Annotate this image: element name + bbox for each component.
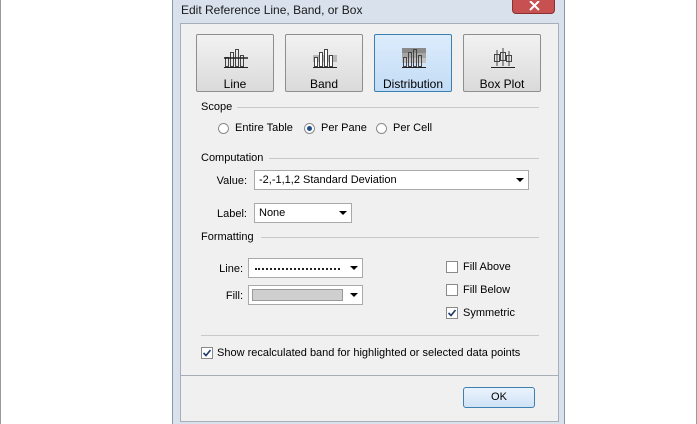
fill-color-dropdown[interactable] [248,285,363,305]
scope-per-cell-radio[interactable] [376,123,387,134]
chevron-down-icon [339,211,347,215]
ok-button[interactable]: OK [463,387,535,408]
close-icon [529,1,540,11]
scope-per-pane-label: Per Pane [321,122,367,134]
formatting-heading: Formatting [201,231,254,243]
chevron-down-icon [350,293,358,297]
label-label: Label: [217,208,247,220]
show-recalculated-label: Show recalculated band for highlighted o… [217,347,521,359]
box-plot-icon [491,48,515,68]
fill-label: Fill: [225,290,243,302]
type-distribution-label: Distribution [382,77,444,91]
window-title: Edit Reference Line, Band, or Box [181,3,363,17]
type-band-label: Band [309,77,339,91]
close-button[interactable] [512,0,555,14]
chevron-down-icon [350,266,358,270]
fill-above-checkbox[interactable] [446,261,458,273]
checkmark-icon [202,349,212,357]
chevron-down-icon [516,178,524,182]
fill-above-label: Fill Above [463,261,511,273]
scope-divider [237,107,539,108]
title-bar[interactable]: Edit Reference Line, Band, or Box [173,0,564,22]
background-edge-left [0,0,1,424]
bottom-divider [201,335,539,336]
scope-entire-table-radio[interactable] [218,123,229,134]
dotted-line-preview [255,268,340,270]
type-line-button[interactable]: Line [196,34,274,92]
scope-heading: Scope [201,101,233,113]
type-box-plot-label: Box Plot [479,77,525,91]
label-dropdown-value: None [259,207,286,219]
value-label: Value: [216,175,247,187]
type-band-button[interactable]: Band [285,34,363,92]
band-icon [313,49,337,68]
reference-line-dialog: Edit Reference Line, Band, or Box Line B… [172,0,565,424]
symmetric-label: Symmetric [463,307,515,319]
scope-entire-table-label: Entire Table [235,122,293,134]
formatting-divider [261,237,539,238]
type-line-label: Line [223,77,247,91]
line-style-dropdown[interactable] [248,258,363,278]
checkmark-icon [447,309,457,317]
main-panel: Line Band Distribution Box Plot Scope En… [180,23,559,376]
computation-divider [269,158,539,159]
fill-below-label: Fill Below [463,284,511,296]
value-dropdown[interactable]: -2,-1,1,2 Standard Deviation [254,170,529,190]
type-box-plot-button[interactable]: Box Plot [463,34,541,92]
label-dropdown[interactable]: None [254,203,352,223]
symmetric-checkbox[interactable] [446,307,458,319]
fill-below-checkbox[interactable] [446,284,458,296]
distribution-icon [402,48,426,68]
line-icon [224,49,248,68]
value-dropdown-value: -2,-1,1,2 Standard Deviation [259,174,397,186]
dialog-footer: OK [180,376,559,422]
computation-heading: Computation [201,152,264,164]
line-label: Line: [219,263,243,275]
type-distribution-button[interactable]: Distribution [374,34,452,92]
scope-per-pane-radio[interactable] [304,123,315,134]
show-recalculated-checkbox[interactable] [201,347,213,359]
fill-color-swatch [252,289,343,301]
scope-per-cell-label: Per Cell [393,122,433,134]
